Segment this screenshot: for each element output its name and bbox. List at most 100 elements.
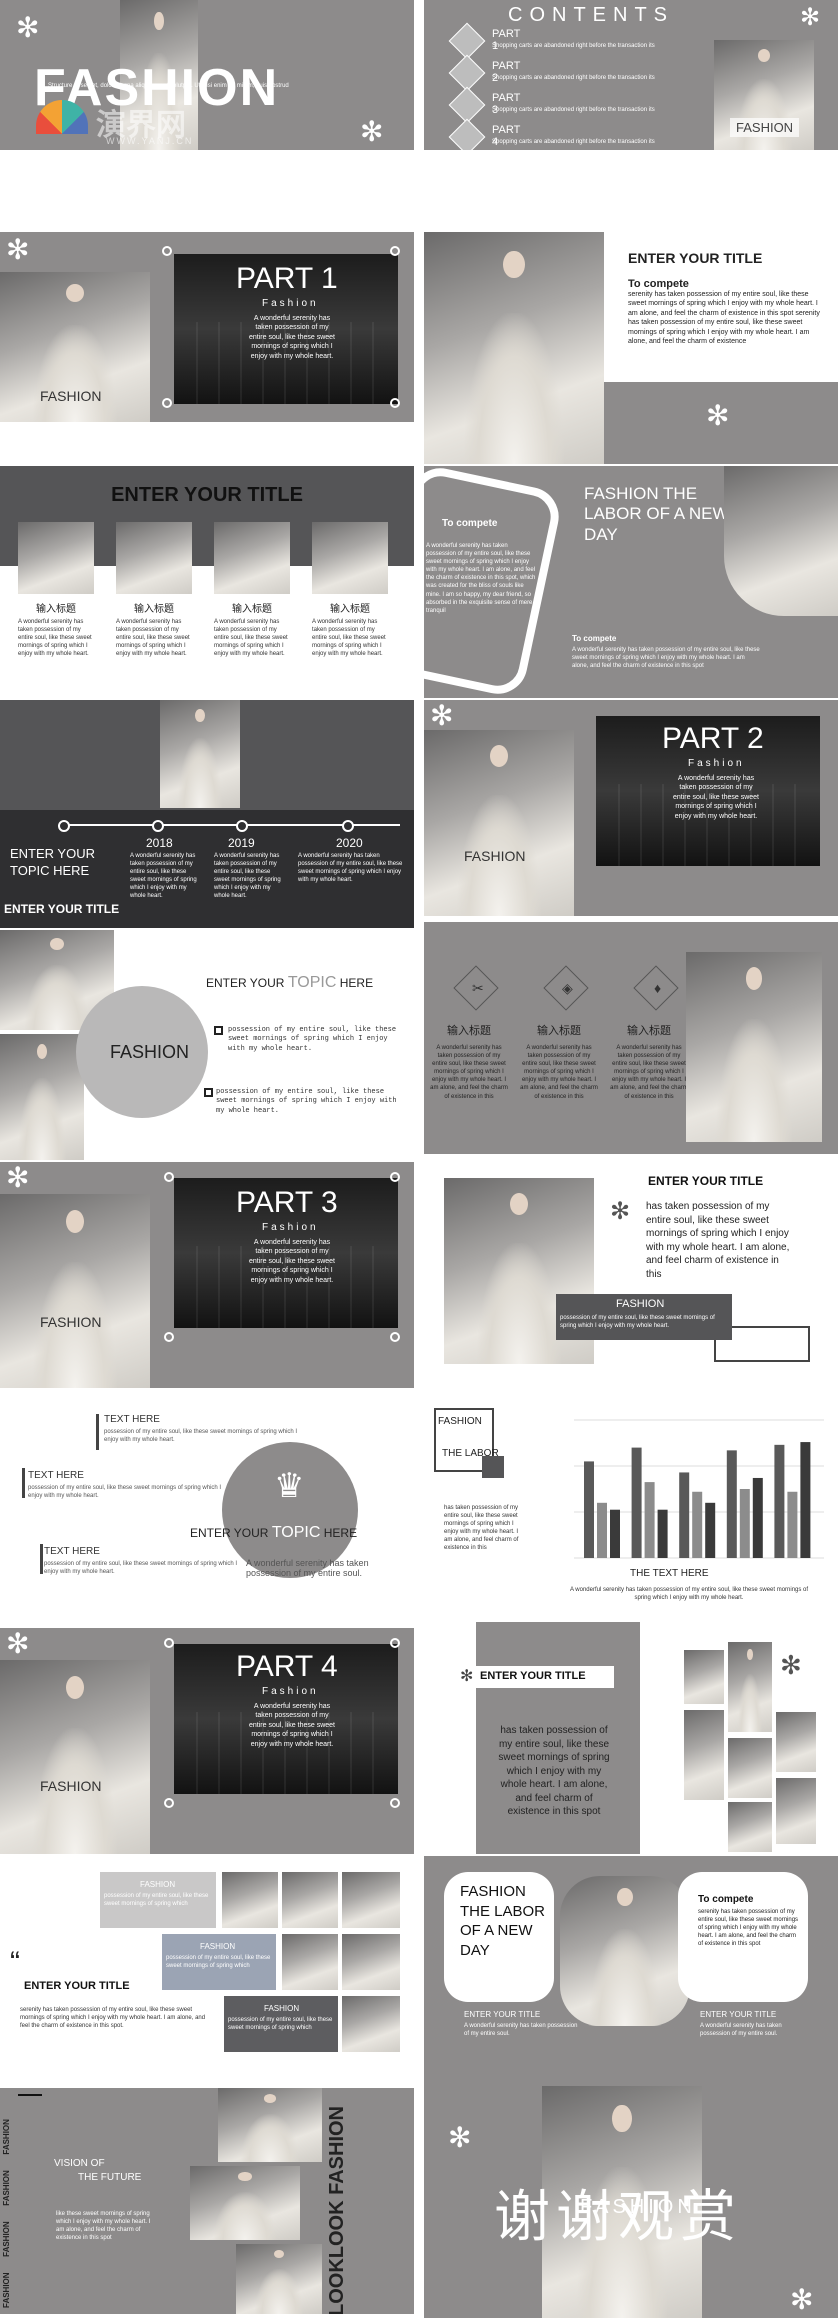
timeline-photo (160, 700, 240, 808)
side-label: FASHION (2, 2119, 11, 2155)
topic-circle-label: FASHION (110, 1042, 190, 1062)
slide-quote[interactable]: FASHION possession of my entire soul, li… (0, 1862, 414, 2088)
vision-photo (218, 2088, 322, 2162)
slide-contents[interactable]: CONTENTS ✻ PART 1 Shopping carts are aba… (424, 0, 838, 150)
slide-cover[interactable]: ✻ ✻ FASHION Structure of secret, dolor m… (0, 0, 414, 150)
card-photo (116, 522, 192, 594)
quote-box-label: FASHION (200, 1942, 236, 1951)
part-label: FASHION (40, 388, 102, 404)
chart-bar (726, 1450, 737, 1558)
new-day-photo (560, 1876, 690, 2026)
slide-part2[interactable]: ✻ FASHION PART 2 Fashion A wonderful ser… (424, 700, 838, 916)
maple-leaf-icon: ✻ (800, 4, 821, 31)
timeline-dot (342, 820, 354, 832)
clip-icon (164, 1638, 174, 1648)
card[interactable]: 输入标题 A wonderful serenity has taken poss… (116, 522, 192, 658)
slide-vision[interactable]: FASHION FASHION FASHION FASHION VISION O… (0, 2088, 414, 2314)
chart-bar (705, 1502, 716, 1558)
crown-item-label: TEXT HERE (28, 1470, 84, 1481)
clip-icon (390, 246, 400, 256)
chart-bar (644, 1482, 655, 1558)
slide-collage[interactable]: ✻ ENTER YOUR TITLE has taken possession … (424, 1622, 838, 1854)
slide-crown[interactable]: TEXT HERE possession of my entire soul, … (0, 1392, 414, 1624)
maple-leaf-icon: ✻ (448, 2122, 472, 2153)
topic-pre: ENTER YOUR (206, 976, 285, 990)
card[interactable]: 输入标题 A wonderful serenity has taken poss… (214, 522, 290, 658)
quote-photo (342, 1934, 400, 1990)
new-day-t1: ENTER YOUR TITLE (464, 2010, 541, 2019)
crown-item-label: TEXT HERE (44, 1546, 100, 1557)
part-body: A wonderful serenity has taken possessio… (249, 1239, 335, 1284)
timeline-foot: ENTER YOUR TITLE (4, 902, 120, 916)
icon-cards-photo (686, 952, 822, 1142)
slide-part1[interactable]: ✻ FASHION PART 1 Fashion A wonderful ser… (0, 232, 414, 422)
crown-item-text: possession of my entire soul, like these… (28, 1485, 222, 1500)
card[interactable]: 输入标题 A wonderful serenity has taken poss… (18, 522, 94, 658)
accent-line (18, 2094, 42, 2096)
contents-title: CONTENTS (508, 4, 674, 26)
scissors-icon: ✂ (472, 980, 484, 996)
slide-icon-cards[interactable]: ✂ ◈ ♦ 输入标题 A wonderful serenity has take… (424, 922, 838, 1154)
card-heading: 输入标题 (36, 604, 76, 615)
slide-intro[interactable]: ENTER YOUR TITLE To compete serenity has… (424, 232, 838, 464)
part-title: PART 4 (236, 1650, 338, 1683)
slide-chart[interactable]: FASHION THE LABOR has taken possession o… (424, 1396, 838, 1628)
quote-photo (342, 1872, 400, 1928)
chart-bar (631, 1447, 642, 1558)
watermark-url: WWW.YANJ.CN (106, 136, 194, 146)
topic-photo (0, 1034, 84, 1160)
crown-item-text: possession of my entire soul, like these… (44, 1561, 238, 1576)
maple-leaf-icon: ✻ (6, 1162, 30, 1193)
labor-lead: To compete (442, 518, 498, 529)
side-label: FASHION (2, 2170, 11, 2206)
collage-photo (728, 1642, 772, 1732)
quote-box-text: possession of my entire soul, like these… (228, 2017, 333, 2032)
maple-leaf-icon: ✻ (16, 12, 40, 43)
crown-post: HERE (323, 1526, 358, 1540)
hanger-icon: ◈ (562, 980, 573, 996)
icon-card[interactable]: 输入标题 A wonderful serenity has taken poss… (604, 1022, 694, 1101)
icon-card-heading: 输入标题 (447, 1025, 491, 1037)
chart-bar (692, 1491, 703, 1558)
quote-box-label: FASHION (140, 1880, 176, 1889)
side-labels: FASHION FASHION FASHION FASHION (2, 2118, 16, 2308)
slide-fashion-box[interactable]: ENTER YOUR TITLE ✻ has taken possession … (424, 1160, 838, 1382)
timeline-text: A wonderful serenity has taken possessio… (214, 853, 281, 900)
card[interactable]: 输入标题 A wonderful serenity has taken poss… (312, 522, 388, 658)
slide-part4[interactable]: ✻ FASHION PART 4 Fashion A wonderful ser… (0, 1628, 414, 1854)
clip-icon (164, 1172, 174, 1182)
intro-body: serenity has taken possession of my enti… (628, 291, 820, 346)
quote-box-text: possession of my entire soul, like these… (104, 1893, 209, 1908)
chart-bar (774, 1444, 785, 1558)
side-label: FASHION (2, 2272, 11, 2308)
part-body: A wonderful serenity has taken possessio… (249, 1703, 335, 1748)
icon-card[interactable]: 输入标题 A wonderful serenity has taken poss… (424, 1022, 514, 1101)
clip-icon (162, 246, 172, 256)
topic-word: TOPIC (287, 974, 337, 991)
contents-item-desc: Shopping carts are abandoned right befor… (492, 107, 655, 113)
slide-four-cards[interactable]: ENTER YOUR TITLE 输入标题 A wonderful sereni… (0, 466, 414, 698)
slide-labor[interactable]: To compete A wonderful serenity has take… (424, 466, 838, 698)
maple-leaf-icon: ✻ (360, 116, 384, 147)
collage-photo (776, 1778, 816, 1844)
part-sub: Fashion (688, 758, 745, 769)
card-text: A wonderful serenity has taken possessio… (116, 619, 190, 658)
timeline-year: 2018 (146, 836, 173, 850)
timeline-year: 2019 (228, 836, 255, 850)
maple-leaf-icon: ✻ (6, 1628, 30, 1659)
chart-bar (752, 1477, 763, 1558)
chart-bar (787, 1491, 798, 1558)
accent-line (40, 1544, 43, 1574)
chart-body: has taken possession of my entire soul, … (444, 1505, 519, 1552)
slide-thanks[interactable]: 谢谢观赏 FASHION ✻ ✻ (424, 2086, 838, 2318)
slide-part3[interactable]: ✻ FASHION PART 3 Fashion A wonderful ser… (0, 1162, 414, 1388)
slide-topic[interactable]: FASHION ENTER YOUR TOPIC HERE possession… (0, 930, 414, 1160)
accent-line (96, 1414, 99, 1450)
slide-timeline[interactable]: ENTER YOUR TOPIC HERE 2018 2019 2020 A w… (0, 700, 414, 928)
crown-icon: ♛ (274, 1467, 305, 1505)
card-text: A wonderful serenity has taken possessio… (312, 619, 386, 658)
section-title: ENTER YOUR TITLE (111, 484, 303, 506)
icon-card[interactable]: 输入标题 A wonderful serenity has taken poss… (514, 1022, 604, 1101)
slide-new-day[interactable]: FASHION THE LABOR OF A NEW DAY To compet… (424, 1856, 838, 2088)
fashion-box-text: possession of my entire soul, like these… (560, 1315, 715, 1330)
